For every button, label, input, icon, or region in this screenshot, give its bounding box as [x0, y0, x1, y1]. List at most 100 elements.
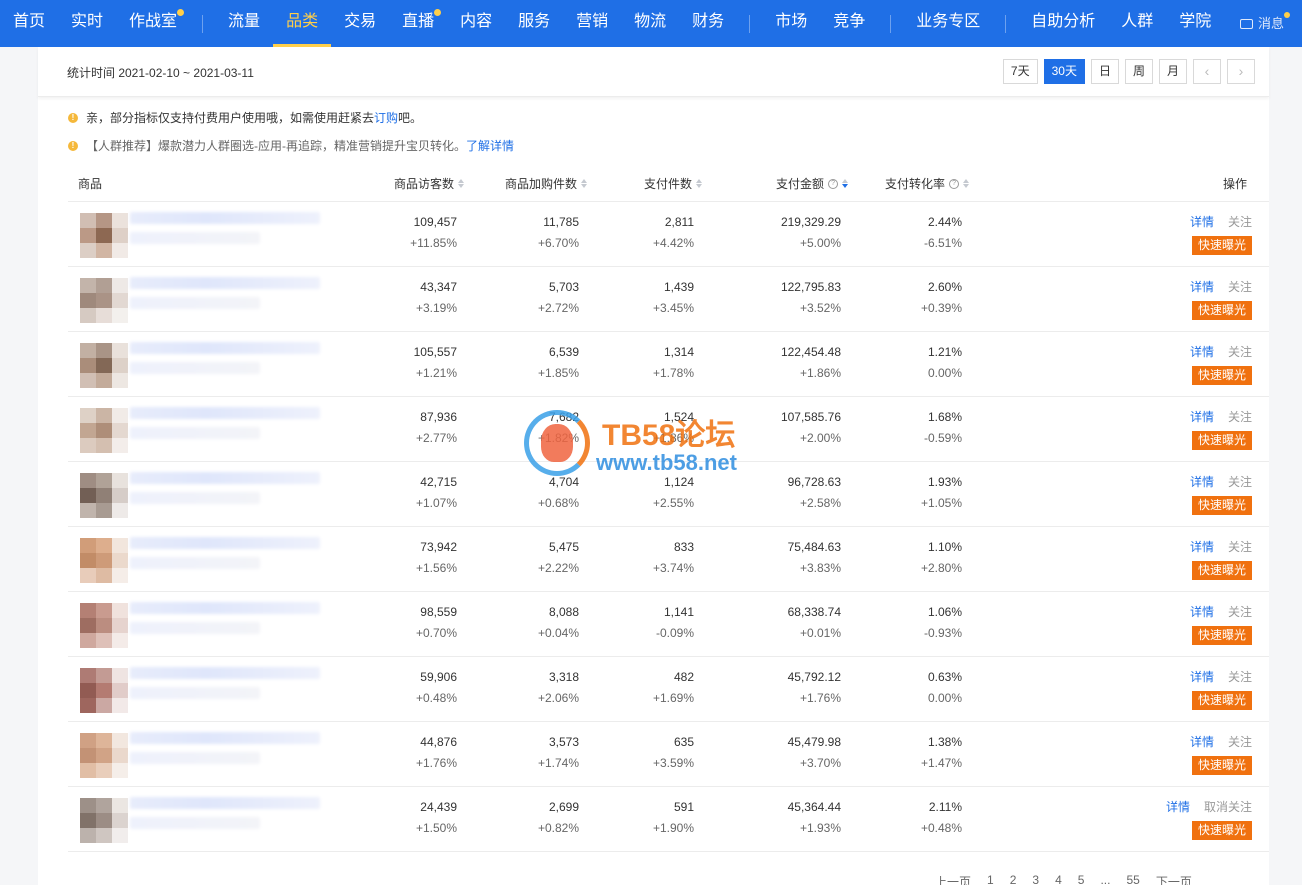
page-item[interactable]: 3: [1032, 873, 1039, 885]
detail-link[interactable]: 详情: [1190, 605, 1214, 619]
nav-item[interactable]: 自助分析: [1018, 0, 1108, 47]
detail-link[interactable]: 详情: [1190, 670, 1214, 684]
nav-item[interactable]: 首页: [0, 0, 58, 47]
nav-item[interactable]: 流量: [215, 0, 273, 47]
th-paid-items[interactable]: 支付件数: [644, 175, 703, 192]
product-thumbnail[interactable]: [80, 538, 128, 583]
nav-item[interactable]: 物流: [621, 0, 679, 47]
sort-desc-icon[interactable]: [842, 179, 849, 188]
follow-link[interactable]: 取消关注: [1204, 800, 1252, 814]
product-title-blurred[interactable]: [130, 407, 320, 419]
nav-separator: [890, 14, 892, 33]
product-thumbnail[interactable]: [80, 733, 128, 778]
quick-expose-button[interactable]: 快速曝光: [1191, 561, 1252, 580]
nav-item[interactable]: 竞争: [820, 0, 878, 47]
sort-icon[interactable]: [458, 179, 465, 188]
nav-item[interactable]: 品类: [273, 0, 332, 47]
th-cart[interactable]: 商品加购件数: [505, 175, 588, 192]
product-title-blurred[interactable]: [130, 472, 320, 484]
follow-link[interactable]: 关注: [1228, 540, 1252, 554]
follow-link[interactable]: 关注: [1228, 215, 1252, 229]
quick-expose-button[interactable]: 快速曝光: [1191, 366, 1252, 385]
quick-expose-button[interactable]: 快速曝光: [1191, 236, 1252, 255]
product-title-blurred[interactable]: [130, 277, 320, 289]
help-icon[interactable]: ?: [949, 178, 960, 189]
cell-conversion: 2.11% +0.48%: [920, 800, 962, 835]
product-title-blurred[interactable]: [130, 342, 320, 354]
product-thumbnail[interactable]: [80, 473, 128, 518]
quick-expose-button[interactable]: 快速曝光: [1191, 821, 1252, 840]
detail-link[interactable]: 详情: [1190, 215, 1214, 229]
follow-link[interactable]: 关注: [1228, 735, 1252, 749]
table-row: 43,347 +3.19% 5,703 +2.72% 1,439 +3.45% 122,79…: [68, 267, 1269, 332]
quick-expose-button[interactable]: 快速曝光: [1191, 301, 1252, 320]
detail-link[interactable]: 详情: [1190, 540, 1214, 554]
product-thumbnail[interactable]: [80, 213, 128, 258]
detail-link[interactable]: 详情: [1190, 280, 1214, 294]
product-thumbnail[interactable]: [80, 343, 128, 388]
nav-item[interactable]: 财务: [679, 0, 737, 47]
follow-link[interactable]: 关注: [1228, 605, 1252, 619]
quick-expose-button[interactable]: 快速曝光: [1191, 691, 1252, 710]
product-thumbnail[interactable]: [80, 603, 128, 648]
cell-paid-amount: 45,479.98 +3.70%: [787, 735, 841, 770]
help-icon[interactable]: ?: [828, 178, 839, 189]
product-thumbnail[interactable]: [80, 668, 128, 713]
product-subtitle-blurred: [130, 752, 260, 764]
page-item[interactable]: 上一页: [935, 873, 971, 885]
messages-button[interactable]: 消息: [1239, 0, 1290, 47]
product-thumbnail[interactable]: [80, 278, 128, 323]
follow-link[interactable]: 关注: [1228, 410, 1252, 424]
nav-item[interactable]: 服务: [505, 0, 563, 47]
quick-expose-button[interactable]: 快速曝光: [1191, 431, 1252, 450]
product-thumbnail[interactable]: [80, 798, 128, 843]
th-conversion[interactable]: 支付转化率?: [885, 175, 970, 192]
detail-link[interactable]: 详情: [1190, 410, 1214, 424]
sort-icon[interactable]: [696, 179, 703, 188]
page-item[interactable]: 5: [1078, 873, 1085, 885]
page-item[interactable]: 4: [1055, 873, 1062, 885]
nav-item[interactable]: 人群: [1108, 0, 1166, 47]
sort-icon[interactable]: [963, 179, 970, 188]
product-title-blurred[interactable]: [130, 537, 320, 549]
nav-item[interactable]: 交易: [331, 0, 389, 47]
page-item[interactable]: 55: [1126, 873, 1139, 885]
detail-link[interactable]: 详情: [1190, 345, 1214, 359]
product-title-blurred[interactable]: [130, 667, 320, 679]
detail-link[interactable]: 详情: [1166, 800, 1190, 814]
sort-icon[interactable]: [581, 179, 588, 188]
table-row: 105,557 +1.21% 6,539 +1.85% 1,314 +1.78% 122,4…: [68, 332, 1269, 397]
detail-link[interactable]: 详情: [1190, 475, 1214, 489]
nav-item[interactable]: 学院: [1166, 0, 1224, 47]
nav-item[interactable]: 实时: [58, 0, 116, 47]
nav-item[interactable]: 业务专区: [903, 0, 993, 47]
page-item[interactable]: 下一页: [1156, 873, 1192, 885]
page-item[interactable]: 1: [987, 873, 994, 885]
page-item[interactable]: 2: [1010, 873, 1017, 885]
product-title-blurred[interactable]: [130, 732, 320, 744]
product-title-blurred[interactable]: [130, 212, 320, 224]
row-operations: 详情 关注快速曝光: [1132, 278, 1252, 320]
quick-expose-button[interactable]: 快速曝光: [1191, 496, 1252, 515]
cell-paid-items: 833 +3.74%: [652, 540, 694, 575]
quick-expose-button[interactable]: 快速曝光: [1191, 756, 1252, 775]
follow-link[interactable]: 关注: [1228, 475, 1252, 489]
follow-link[interactable]: 关注: [1228, 280, 1252, 294]
nav-item[interactable]: 作战室: [116, 0, 190, 47]
detail-link[interactable]: 详情: [1190, 735, 1214, 749]
product-title-blurred[interactable]: [130, 602, 320, 614]
product-title-blurred[interactable]: [130, 797, 320, 809]
nav-item[interactable]: 直播: [389, 0, 447, 47]
nav-item-label: 竞争: [833, 13, 866, 30]
th-visitors[interactable]: 商品访客数: [394, 175, 465, 192]
nav-item[interactable]: 市场: [762, 0, 820, 47]
cell-conversion: 2.60% +0.39%: [920, 280, 962, 315]
nav-item[interactable]: 内容: [447, 0, 505, 47]
nav-item[interactable]: 营销: [563, 0, 621, 47]
product-thumbnail[interactable]: [80, 408, 128, 453]
quick-expose-button[interactable]: 快速曝光: [1191, 626, 1252, 645]
follow-link[interactable]: 关注: [1228, 345, 1252, 359]
follow-link[interactable]: 关注: [1228, 670, 1252, 684]
th-paid-amount[interactable]: 支付金额?: [776, 175, 849, 192]
page-item[interactable]: ...: [1100, 873, 1110, 885]
